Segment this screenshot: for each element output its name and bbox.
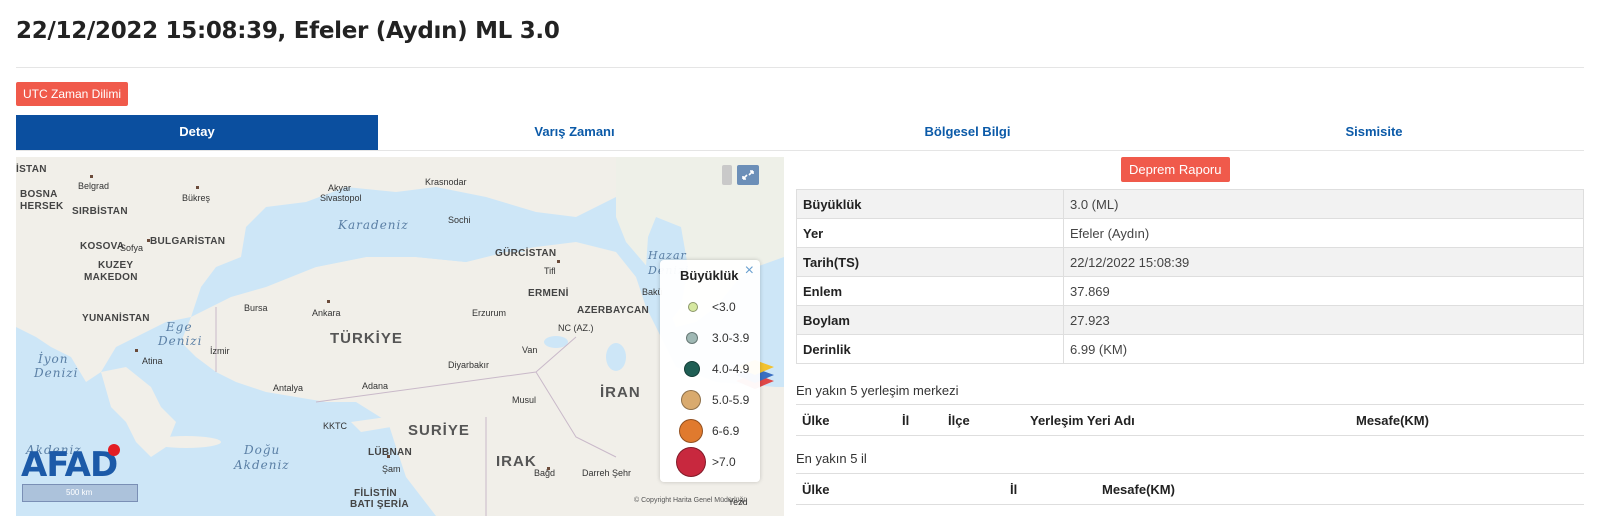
earthquake-map[interactable]: İSTAN Belgrad BOSNA HERSEK SIRBİSTAN Bük…: [16, 157, 784, 516]
tab-bolgesel-bilgi[interactable]: Bölgesel Bilgi: [771, 115, 1164, 150]
tab-detay[interactable]: Detay: [16, 115, 378, 150]
table-row: Enlem 37.869: [796, 276, 1584, 306]
detail-value: 27.923: [1063, 305, 1584, 335]
column-mesafe: Mesafe(KM): [1102, 482, 1175, 497]
detail-value: Efeler (Aydın): [1063, 218, 1584, 248]
utc-timezone-button[interactable]: UTC Zaman Dilimi: [16, 82, 129, 106]
table-row: Yer Efeler (Aydın): [796, 218, 1584, 248]
map-copyright: © Copyright Harita Genel Müdürlüğü: [634, 497, 748, 504]
legend-dot: [679, 419, 703, 443]
legend-label: 4.0-4.9: [712, 362, 750, 376]
table-row: Boylam 27.923: [796, 305, 1584, 335]
detail-key: Boylam: [796, 305, 1064, 335]
flag-icon: [108, 444, 120, 456]
column-il: İl: [902, 413, 910, 428]
column-ilce: İlçe: [948, 413, 970, 428]
detail-value: 37.869: [1063, 276, 1584, 306]
nearest-settlements-header: Ülke İl İlçe Yerleşim Yeri Adı Mesafe(KM…: [796, 404, 1584, 436]
detail-key: Büyüklük: [796, 189, 1064, 219]
scale-label: 500 km: [66, 488, 93, 497]
tab-bar: Detay Varış Zamanı Bölgesel Bilgi Sismis…: [16, 115, 1584, 151]
detail-table: Büyüklük 3.0 (ML) Yer Efeler (Aydın) Tarih…: [796, 189, 1584, 364]
legend-title: Büyüklük: [680, 268, 739, 283]
legend-label: >7.0: [712, 455, 736, 469]
table-row: Tarih(TS) 22/12/2022 15:08:39: [796, 247, 1584, 277]
table-row: Derinlik 6.99 (KM): [796, 334, 1584, 364]
legend-label: 6-6.9: [712, 424, 740, 438]
legend-dot: [688, 302, 698, 312]
tab-sismisite[interactable]: Sismisite: [1164, 115, 1584, 150]
column-yerlesim-yeri-adi: Yerleşim Yeri Adı: [1030, 413, 1135, 428]
legend-item: 3.0-3.9: [668, 325, 758, 353]
legend-item: 4.0-4.9: [668, 356, 758, 384]
column-ulke: Ülke: [802, 413, 830, 428]
detail-key: Enlem: [796, 276, 1064, 306]
legend-item: <3.0: [668, 294, 758, 322]
legend-label: <3.0: [712, 300, 736, 314]
legend-label: 5.0-5.9: [712, 393, 750, 407]
detail-key: Yer: [796, 218, 1064, 248]
column-mesafe: Mesafe(KM): [1356, 413, 1429, 428]
legend-item: 6-6.9: [668, 418, 758, 446]
detail-value: 3.0 (ML): [1063, 189, 1584, 219]
legend-dot: [686, 332, 698, 344]
afad-logo: AFAD: [21, 445, 118, 485]
earthquake-report-button[interactable]: Deprem Raporu: [1121, 157, 1230, 182]
column-il: İl: [1010, 482, 1018, 497]
column-ulke: Ülke: [802, 482, 830, 497]
legend-item: 5.0-5.9: [668, 387, 758, 415]
close-icon[interactable]: ×: [745, 262, 754, 280]
tab-varis-zamani[interactable]: Varış Zamanı: [378, 115, 771, 150]
page-title: 22/12/2022 15:08:39, Efeler (Aydın) ML 3…: [16, 18, 560, 44]
map-control-toggle[interactable]: [722, 165, 732, 185]
nearest-settlements-label: En yakın 5 yerleşim merkezi: [796, 383, 959, 398]
title-divider: [16, 67, 1584, 68]
table-row: Büyüklük 3.0 (ML): [796, 189, 1584, 219]
nearest-provinces-header: Ülke İl Mesafe(KM): [796, 473, 1584, 505]
magnitude-legend: Büyüklük × <3.0 3.0-3.9 4.0-4.9 5.0-5.9 …: [660, 260, 760, 482]
detail-value: 6.99 (KM): [1063, 334, 1584, 364]
legend-label: 3.0-3.9: [712, 331, 750, 345]
legend-dot: [681, 390, 701, 410]
detail-key: Derinlik: [796, 334, 1064, 364]
legend-dot: [676, 447, 706, 477]
nearest-provinces-label: En yakın 5 il: [796, 451, 867, 466]
legend-dot: [684, 361, 700, 377]
detail-key: Tarih(TS): [796, 247, 1064, 277]
detail-value: 22/12/2022 15:08:39: [1063, 247, 1584, 277]
fullscreen-icon[interactable]: [737, 165, 759, 185]
legend-item: >7.0: [668, 447, 758, 477]
